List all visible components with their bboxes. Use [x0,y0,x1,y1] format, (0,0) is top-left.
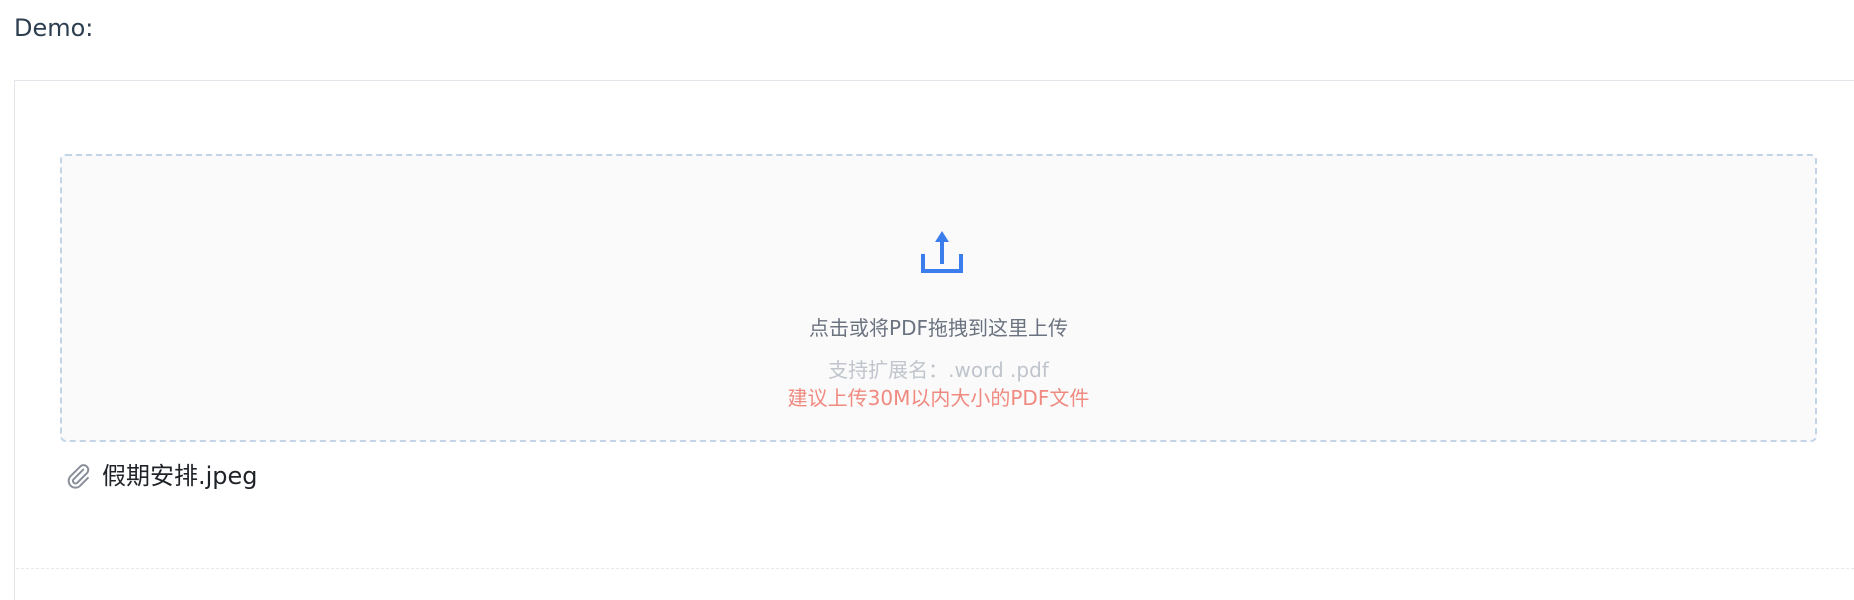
card-divider [16,568,1854,569]
paperclip-icon [67,464,90,489]
upload-size-tip: 建议上传30M以内大小的PDF文件 [787,386,1090,410]
upload-extensions-tip: 支持扩展名：.word .pdf [828,358,1049,382]
file-list-item[interactable]: 假期安排.jpeg [60,456,258,496]
upload-dropzone[interactable]: 点击或将PDF拖拽到这里上传 支持扩展名：.word .pdf 建议上传30M以… [60,154,1817,442]
upload-icon [921,231,963,273]
page-heading: Demo: [14,14,94,42]
upload-instruction-text: 点击或将PDF拖拽到这里上传 [809,316,1068,340]
file-name: 假期安排.jpeg [102,462,258,490]
